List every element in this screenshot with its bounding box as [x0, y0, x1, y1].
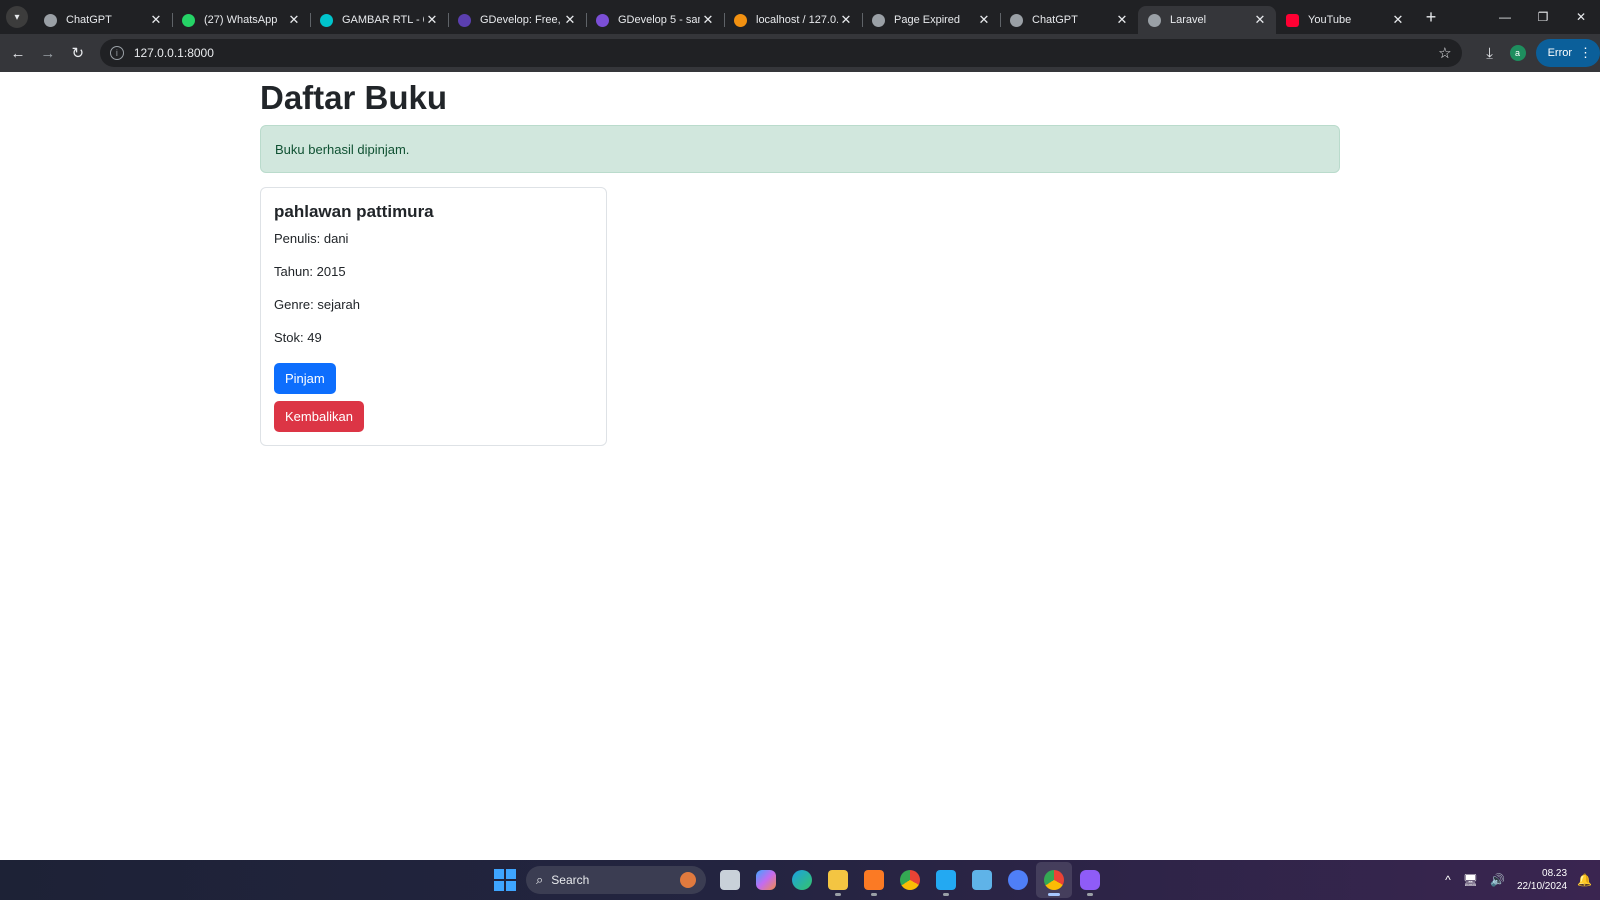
clock[interactable]: 08.23 22/10/2024	[1517, 867, 1567, 893]
chevron-up-icon[interactable]: ^	[1445, 873, 1451, 887]
file-explorer-icon[interactable]	[820, 862, 856, 898]
close-window-icon[interactable]: ✕	[1562, 0, 1600, 34]
bookmark-star-icon[interactable]: ☆	[1438, 44, 1451, 62]
tab-phpmyadmin[interactable]: localhost / 127.0.0 ✕	[724, 6, 863, 34]
whatsapp-icon	[182, 13, 195, 27]
chatgpt-icon	[1010, 13, 1023, 27]
tab-gdevelop-5[interactable]: GDevelop 5 - sam ✕	[586, 6, 725, 34]
tab-whatsapp[interactable]: (27) WhatsApp ✕	[172, 6, 311, 34]
phpmyadmin-icon	[734, 13, 747, 27]
file-viewer-icon[interactable]	[712, 862, 748, 898]
tab-gambar-rtl[interactable]: GAMBAR RTL - 64 ✕	[310, 6, 449, 34]
tab-list: ChatGPT ✕ (27) WhatsApp ✕ GAMBAR RTL - 6…	[34, 0, 1444, 34]
book-title: pahlawan pattimura	[274, 202, 434, 221]
taskbar-center: ⌕ Search	[494, 860, 1108, 900]
back-icon[interactable]: ←	[4, 39, 32, 67]
gdevelop-icon	[458, 13, 471, 27]
tab-chatgpt[interactable]: ChatGPT ✕	[34, 6, 173, 34]
error-label: Error	[1547, 47, 1573, 59]
app-icon[interactable]	[1000, 862, 1036, 898]
minimize-icon[interactable]: —	[1486, 0, 1524, 34]
close-tab-icon[interactable]: ✕	[286, 12, 302, 28]
reload-icon[interactable]: ↻	[64, 39, 92, 67]
remote-desktop-icon[interactable]	[964, 862, 1000, 898]
close-tab-icon[interactable]: ✕	[1390, 12, 1406, 28]
taskbar-search[interactable]: ⌕ Search	[526, 866, 706, 894]
tab-gdevelop-free[interactable]: GDevelop: Free, F ✕	[448, 6, 587, 34]
clock-date: 22/10/2024	[1516, 881, 1568, 892]
search-label: Search	[551, 873, 590, 887]
copilot-icon[interactable]	[748, 862, 784, 898]
edge-icon[interactable]	[784, 862, 820, 898]
download-icon[interactable]: ⤓	[1476, 45, 1504, 62]
page-content: Daftar Buku Buku berhasil dipinjam. pahl…	[0, 72, 1600, 860]
close-tab-icon[interactable]: ✕	[1252, 12, 1268, 28]
volume-icon[interactable]: 🔊	[1490, 873, 1505, 887]
windows-start-icon[interactable]	[494, 869, 516, 891]
clock-time: 08.23	[1542, 868, 1568, 879]
tab-laravel[interactable]: Laravel ✕	[1138, 6, 1276, 34]
xampp-icon[interactable]	[856, 862, 892, 898]
gdevelop-icon	[596, 13, 609, 27]
chrome-icon[interactable]	[892, 862, 928, 898]
forward-icon[interactable]: →	[34, 39, 62, 67]
return-button[interactable]: Kembalikan	[274, 401, 364, 432]
main-container: Daftar Buku Buku berhasil dipinjam. pahl…	[260, 72, 1340, 446]
browser-toolbar: ← → ↻ i 127.0.0.1:8000 ☆ ⤓ a Error ⋮	[0, 34, 1600, 72]
taskbar: ⌕ Search ^ 🖥 🔊 08.23 22/10/2024 🔔	[0, 860, 1600, 900]
profile-avatar[interactable]: a	[1509, 45, 1526, 61]
tab-chatgpt-2[interactable]: ChatGPT ✕	[1000, 6, 1138, 34]
book-year: Tahun: 2015	[274, 264, 346, 279]
address-bar[interactable]: i 127.0.0.1:8000 ☆	[99, 39, 1462, 67]
close-tab-icon[interactable]: ✕	[424, 12, 440, 28]
chrome-profile-icon[interactable]	[1036, 862, 1072, 898]
close-tab-icon[interactable]: ✕	[562, 12, 578, 28]
book-card: pahlawan pattimura Penulis: dani Tahun: …	[260, 187, 607, 446]
vscode-icon[interactable]	[928, 862, 964, 898]
new-tab-button[interactable]: +	[1418, 7, 1444, 28]
book-stock: Stok: 49	[274, 330, 322, 345]
tab-strip: ▾ ChatGPT ✕ (27) WhatsApp ✕ GAMBAR RTL -…	[0, 0, 1600, 34]
close-tab-icon[interactable]: ✕	[1114, 12, 1130, 28]
borrow-button[interactable]: Pinjam	[274, 363, 336, 394]
search-highlight-icon	[680, 872, 696, 888]
close-tab-icon[interactable]: ✕	[700, 12, 716, 28]
youtube-icon	[1286, 13, 1299, 27]
system-tray: ^ 🖥 🔊 08.23 22/10/2024 🔔	[1445, 860, 1592, 900]
globe-icon	[1148, 13, 1161, 27]
window-controls: — ❐ ✕	[1486, 0, 1600, 34]
globe-icon	[872, 13, 885, 27]
page-title: Daftar Buku	[260, 79, 448, 116]
menu-dots-icon: ⋮	[1579, 45, 1593, 60]
network-icon[interactable]: 🖥	[1463, 873, 1478, 887]
close-tab-icon[interactable]: ✕	[148, 12, 164, 28]
site-info-icon[interactable]: i	[109, 46, 124, 60]
close-tab-icon[interactable]: ✕	[976, 12, 992, 28]
chatgpt-icon	[44, 13, 57, 27]
error-chip-button[interactable]: Error ⋮	[1535, 39, 1600, 67]
book-genre: Genre: sejarah	[274, 297, 360, 312]
notification-bell-icon[interactable]: 🔔	[1577, 873, 1592, 887]
canva-icon	[320, 13, 333, 27]
search-icon: ⌕	[536, 872, 544, 887]
book-author: Penulis: dani	[274, 231, 349, 246]
success-alert: Buku berhasil dipinjam.	[260, 125, 1340, 173]
tab-page-expired[interactable]: Page Expired ✕	[862, 6, 1001, 34]
tab-search-button[interactable]: ▾	[6, 6, 28, 28]
restore-icon[interactable]: ❐	[1524, 0, 1562, 34]
close-tab-icon[interactable]: ✕	[838, 12, 854, 28]
gdevelop-icon[interactable]	[1072, 862, 1108, 898]
tab-youtube[interactable]: YouTube ✕	[1276, 6, 1414, 34]
url-text[interactable]: 127.0.0.1:8000	[134, 46, 1438, 60]
